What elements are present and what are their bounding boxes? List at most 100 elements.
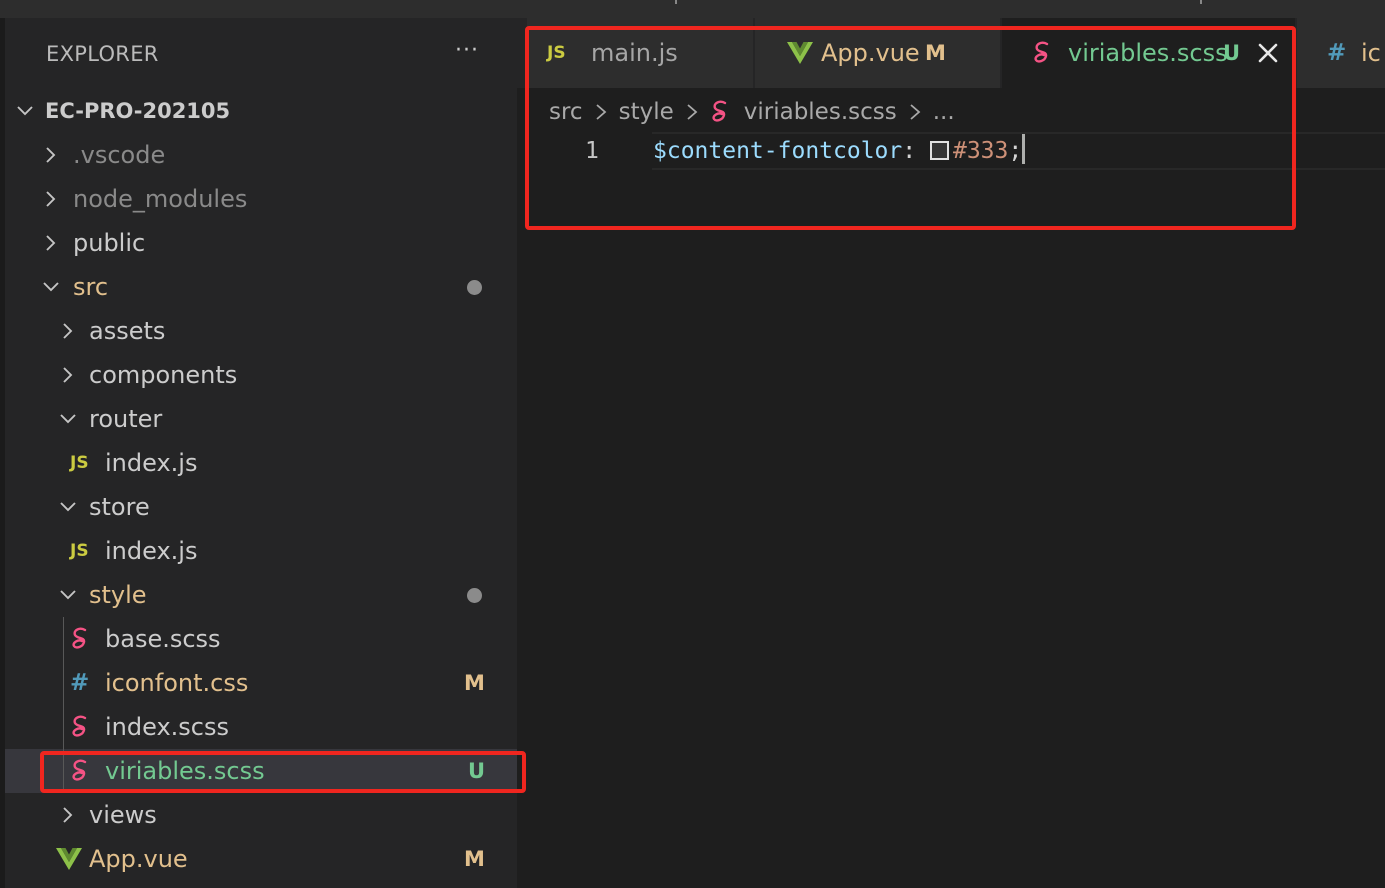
file-item-index-js[interactable]: JS index.js [0, 441, 517, 485]
tree-item-label: style [89, 581, 147, 609]
sass-icon [70, 705, 92, 749]
tab-label: main.js [591, 39, 678, 67]
modified-badge: M [464, 671, 485, 695]
file-item-viriables-scss[interactable]: viriables.scss U [0, 749, 517, 793]
modified-dot-icon [467, 280, 482, 295]
file-tree: EC-PRO-202105 .vscode node_modulespublic sr… [0, 89, 517, 881]
semicolon-token: ; [1008, 138, 1023, 164]
tree-item-label: index.js [105, 537, 198, 565]
chevron-right-icon [59, 322, 77, 340]
tree-item-label: public [73, 229, 146, 257]
modified-badge: M [925, 41, 946, 65]
explorer-sidebar: EXPLORER ··· EC-PRO-202105 .vscode node_mo… [0, 18, 517, 888]
breadcrumb-item[interactable]: viriables.scss [744, 99, 897, 125]
folder-item-src[interactable]: src [0, 265, 517, 309]
breadcrumb-item[interactable]: src [549, 99, 583, 125]
chevron-right-icon [42, 234, 60, 252]
chevron-right-icon [42, 190, 60, 208]
tree-item-label: App.vue [89, 845, 188, 873]
sass-icon [70, 749, 92, 793]
title-bar-strip [0, 0, 1385, 18]
tree-item-label: node_modules [73, 185, 248, 213]
tree-item-label: store [89, 493, 150, 521]
file-item-iconfont-css[interactable]: # iconfont.css M [0, 661, 517, 705]
tree-item-label: index.js [105, 449, 198, 477]
title-bar-tick [1200, 0, 1202, 4]
tree-item-label: .vscode [73, 141, 166, 169]
sass-icon [710, 100, 732, 124]
more-actions-icon[interactable]: ··· [455, 38, 479, 63]
tree-item-label: iconfont.css [105, 669, 249, 697]
folder-item-assets[interactable]: assets [0, 309, 517, 353]
css-hash-icon: # [70, 670, 90, 696]
tab-viriables-scss[interactable]: viriables.scss U [1002, 18, 1296, 88]
chevron-right-icon [59, 806, 77, 824]
sass-icon [70, 617, 92, 661]
tree-item-label: components [89, 361, 238, 389]
breadcrumb-item[interactable]: style [619, 99, 674, 125]
chevron-down-icon [59, 498, 77, 516]
tree-item-label: base.scss [105, 625, 221, 653]
breadcrumb-item[interactable]: ... [933, 99, 955, 125]
breadcrumb: src style viriables.scss ... [549, 92, 955, 132]
tree-item-label: viriables.scss [105, 757, 265, 785]
folder-item-public[interactable]: public [0, 221, 517, 265]
modified-badge: M [464, 847, 485, 871]
tree-item-label: index.scss [105, 713, 229, 741]
tree-item-label: views [89, 801, 157, 829]
chevron-down-icon [59, 586, 77, 604]
chevron-right-icon [42, 146, 60, 164]
tree-item-label: router [89, 405, 163, 433]
scss-variable: $content-fontcolor [653, 138, 903, 164]
folder-item-store[interactable]: store [0, 485, 517, 529]
title-bar-tick [675, 0, 677, 4]
tab-app-vue[interactable]: App.vue M [755, 18, 1001, 88]
chevron-right-icon [909, 103, 921, 121]
vue-icon [787, 18, 813, 88]
chevron-right-icon [686, 103, 698, 121]
color-value: #333 [952, 138, 1009, 164]
file-item-app-vue[interactable]: App.vue M [0, 837, 517, 881]
chevron-down-icon [42, 278, 60, 296]
untracked-badge: U [468, 759, 486, 783]
code-line[interactable]: $content-fontcolor: #333; [653, 133, 1026, 169]
file-item-index-scss[interactable]: index.scss [0, 705, 517, 749]
file-item-index-js[interactable]: JS index.js [0, 529, 517, 573]
chevron-down-icon [59, 410, 77, 428]
vue-icon [56, 837, 82, 881]
explorer-title: EXPLORER [46, 42, 159, 66]
folder-item-style[interactable]: style [0, 573, 517, 617]
modified-dot-icon [467, 588, 482, 603]
colon-token: : [902, 138, 917, 164]
editor-tab-bar: JS main.js App.vue M viriables.scss U # … [517, 18, 1385, 88]
untracked-badge: U [1223, 41, 1241, 65]
close-icon[interactable] [1257, 42, 1279, 64]
tree-item-label: src [73, 273, 109, 301]
text-cursor [1022, 134, 1026, 164]
folder-item-views[interactable]: views [0, 793, 517, 837]
js-icon: JS [547, 43, 566, 63]
tab-iconfont-css[interactable]: # ic [1297, 18, 1385, 88]
folder-item-node-modules[interactable]: node_modules [0, 177, 517, 221]
js-icon: JS [70, 541, 89, 561]
line-number: 1 [585, 138, 599, 164]
tab-label: App.vue [821, 39, 920, 67]
color-swatch[interactable] [929, 141, 949, 160]
folder-item-vscode[interactable]: .vscode [0, 133, 517, 177]
tab-main-js[interactable]: JS main.js [527, 18, 754, 88]
chevron-down-icon [16, 102, 34, 120]
activity-edge [0, 18, 5, 888]
tab-label: ic [1361, 39, 1381, 67]
tree-item-label: EC-PRO-202105 [45, 99, 231, 123]
folder-item-router[interactable]: router [0, 397, 517, 441]
tab-label: viriables.scss [1068, 39, 1228, 67]
js-icon: JS [70, 453, 89, 473]
folder-item-ec-pro-202105[interactable]: EC-PRO-202105 [0, 89, 517, 133]
tree-item-label: assets [89, 317, 166, 345]
indent-guide [63, 617, 64, 793]
chevron-right-icon [595, 103, 607, 121]
file-item-base-scss[interactable]: base.scss [0, 617, 517, 661]
css-hash-icon: # [1327, 40, 1347, 66]
sass-icon [1032, 18, 1054, 88]
folder-item-components[interactable]: components [0, 353, 517, 397]
